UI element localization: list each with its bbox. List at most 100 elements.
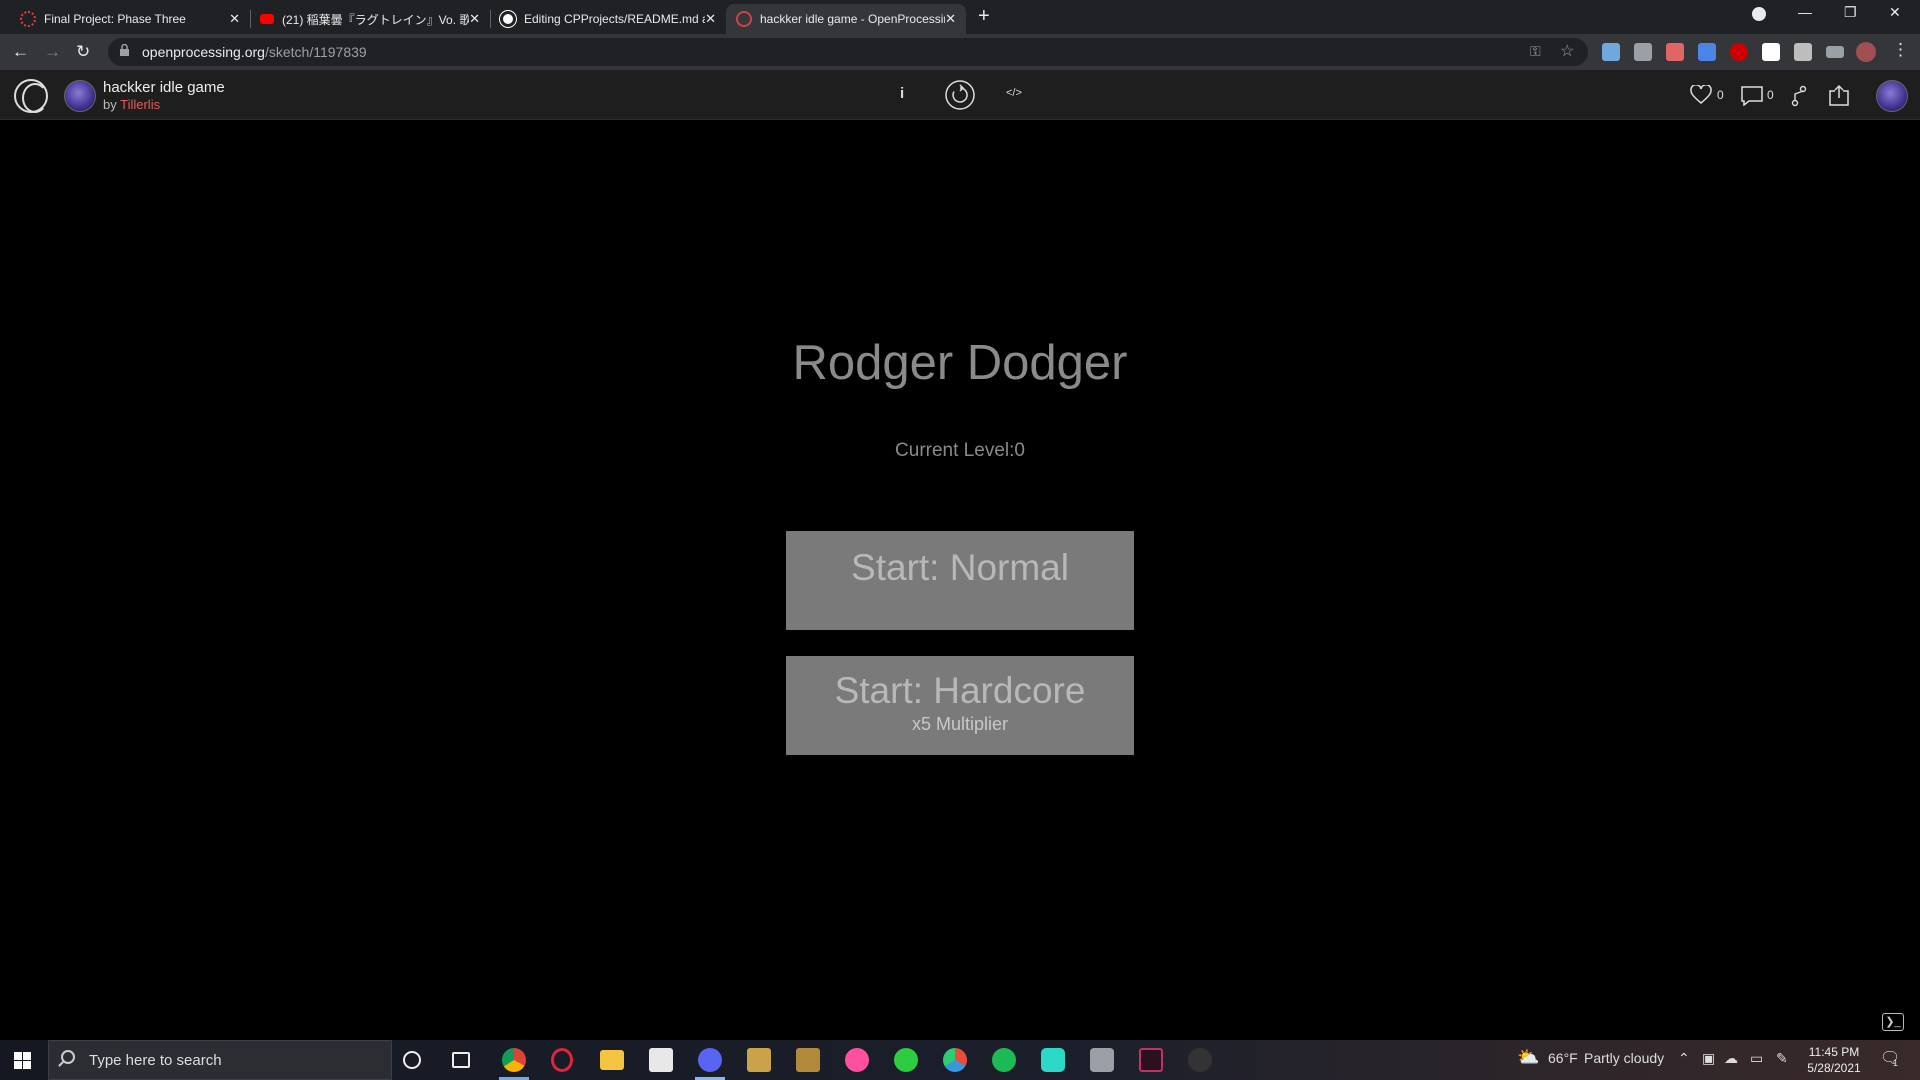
tab-title: hackker idle game - OpenProcessing (760, 12, 946, 26)
app-icon[interactable] (1188, 1048, 1212, 1072)
key-icon[interactable]: ⚿ (1530, 43, 1541, 60)
comment-icon[interactable] (1741, 86, 1763, 106)
current-level-text: Current Level:0 (895, 440, 1025, 461)
profile-avatar-icon[interactable] (1856, 42, 1876, 62)
user-avatar[interactable] (1876, 80, 1908, 112)
store-icon[interactable] (649, 1048, 673, 1072)
app-icon[interactable] (1041, 1048, 1065, 1072)
close-tab-icon[interactable]: ✕ (705, 11, 716, 27)
share-icon[interactable] (1828, 84, 1850, 106)
start-normal-label: Start: Normal (851, 547, 1069, 588)
heart-icon[interactable] (1690, 85, 1712, 105)
url-domain: openprocessing.org (142, 44, 265, 60)
tab-openprocessing[interactable]: hackker idle game - OpenProcessing ✕ (726, 4, 966, 34)
start-hardcore-label: Start: Hardcore (834, 670, 1086, 711)
address-bar-row: ← → ↻ openprocessing.org/sketch/1197839 … (0, 34, 1920, 70)
temperature[interactable]: 66°F (1548, 1050, 1578, 1066)
start-normal-button[interactable]: Start: Normal (786, 531, 1134, 630)
restore-icon[interactable]: ❐ (1844, 4, 1857, 21)
multiplier-label: x5 Multiplier (911, 714, 1009, 734)
tray-app-icon[interactable]: ▣ (1702, 1050, 1715, 1067)
url-text: openprocessing.org/sketch/1197839 (142, 44, 367, 60)
taskbar-search-box[interactable]: Type here to search (48, 1040, 392, 1080)
author-avatar[interactable] (64, 80, 96, 112)
browser-menu-icon[interactable]: ⋮ (1892, 40, 1909, 60)
url-field[interactable]: openprocessing.org/sketch/1197839 ⚿ ☆ (108, 38, 1588, 66)
profile-menu-icon[interactable] (1752, 7, 1766, 21)
tab-youtube[interactable]: (21) 稲葉曇『ラグトレイン』Vo. 歌愛ユキ ✕ (250, 4, 490, 34)
spotify-icon[interactable] (992, 1048, 1016, 1072)
league-icon[interactable] (796, 1048, 820, 1072)
windows-taskbar: Type here to search ⛅ 66°F Partly cloudy… (0, 1040, 1920, 1080)
tab-title: (21) 稲葉曇『ラグトレイン』Vo. 歌愛ユキ (282, 12, 470, 27)
start-hardcore-button[interactable]: Start: Hardcore x5 Multiplier (786, 656, 1134, 755)
fork-icon[interactable] (1791, 85, 1807, 107)
sketch-author-line: by Tillerlis (103, 97, 160, 112)
extension-icon[interactable] (1730, 43, 1748, 61)
league-client-icon[interactable] (747, 1048, 771, 1072)
extension-icon[interactable] (1634, 43, 1652, 61)
openprocessing-favicon-icon (736, 11, 752, 27)
reading-list-icon[interactable] (1826, 46, 1844, 58)
tab-title: Editing CPProjects/README.md at (524, 12, 706, 26)
puzzle-extensions-icon[interactable] (1794, 43, 1812, 61)
show-hidden-icons-icon[interactable]: ⌃ (1678, 1050, 1690, 1067)
extension-icon[interactable] (1698, 43, 1716, 61)
chrome-icon[interactable] (502, 1048, 526, 1072)
notification-count: 1 (1893, 1058, 1899, 1068)
game-title: Rodger Dodger (792, 336, 1128, 390)
loading-favicon-icon (20, 11, 36, 27)
new-tab-icon[interactable]: + (978, 5, 990, 28)
url-path: /sketch/1197839 (264, 44, 367, 60)
youtube-icon (260, 14, 274, 24)
close-tab-icon[interactable]: ✕ (229, 11, 240, 27)
extension-icon[interactable] (1666, 43, 1684, 61)
pen-icon[interactable]: ✎ (1776, 1050, 1788, 1067)
clock-date: 5/28/2021 (1807, 1061, 1861, 1075)
lock-icon (120, 44, 129, 56)
close-tab-icon[interactable]: ✕ (469, 11, 480, 27)
cortana-icon[interactable] (403, 1051, 421, 1069)
osu-icon[interactable] (845, 1048, 869, 1072)
search-placeholder: Type here to search (89, 1052, 222, 1069)
discord-icon[interactable] (698, 1048, 722, 1072)
tab-final-project[interactable]: Final Project: Phase Three ✕ (10, 4, 250, 34)
opera-icon[interactable] (551, 1048, 573, 1072)
search-icon (61, 1050, 75, 1064)
razer-icon[interactable] (894, 1048, 918, 1072)
file-explorer-icon[interactable] (600, 1050, 624, 1070)
windows-start-icon[interactable] (14, 1052, 31, 1069)
code-icon[interactable]: </> (1006, 87, 1022, 99)
info-icon[interactable]: i (900, 85, 904, 102)
network-icon[interactable]: ▭ (1750, 1050, 1763, 1067)
app-icon[interactable] (1090, 1048, 1114, 1072)
by-label: by (103, 97, 117, 112)
minimize-icon[interactable]: — (1798, 4, 1812, 20)
close-tab-icon[interactable]: ✕ (945, 11, 956, 27)
app-icon[interactable] (1139, 1048, 1163, 1072)
openprocessing-logo-icon[interactable] (14, 79, 48, 113)
bookmark-star-icon[interactable]: ☆ (1560, 41, 1574, 61)
tab-github[interactable]: Editing CPProjects/README.md at ✕ (490, 4, 726, 34)
weather-text[interactable]: Partly cloudy (1584, 1050, 1664, 1066)
console-toggle-icon[interactable]: ❯_ (1882, 1013, 1904, 1031)
task-view-icon[interactable] (452, 1052, 470, 1068)
weather-icon[interactable]: ⛅ (1517, 1047, 1539, 1068)
sketch-title: hackker idle game (103, 79, 225, 96)
clock-time: 11:45 PM (1808, 1045, 1860, 1059)
system-clock[interactable]: 11:45 PM 5/28/2021 (1806, 1044, 1862, 1076)
extension-icon[interactable] (1762, 43, 1780, 61)
reload-icon[interactable]: ↻ (76, 42, 90, 62)
color-app-icon[interactable] (943, 1048, 967, 1072)
author-link[interactable]: Tillerlis (120, 97, 160, 112)
sketch-canvas[interactable]: Rodger Dodger Current Level:0 Start: Nor… (0, 121, 1920, 1039)
onedrive-icon[interactable]: ☁ (1724, 1050, 1738, 1067)
browser-tab-strip: Final Project: Phase Three ✕ (21) 稲葉曇『ラグ… (0, 0, 1920, 34)
close-window-icon[interactable]: ✕ (1889, 4, 1901, 21)
forward-icon[interactable]: → (44, 42, 61, 62)
extension-icon[interactable] (1602, 43, 1620, 61)
tab-title: Final Project: Phase Three (44, 12, 186, 26)
comments-count: 0 (1767, 88, 1774, 102)
back-icon[interactable]: ← (12, 42, 29, 62)
restart-icon[interactable] (944, 79, 976, 111)
